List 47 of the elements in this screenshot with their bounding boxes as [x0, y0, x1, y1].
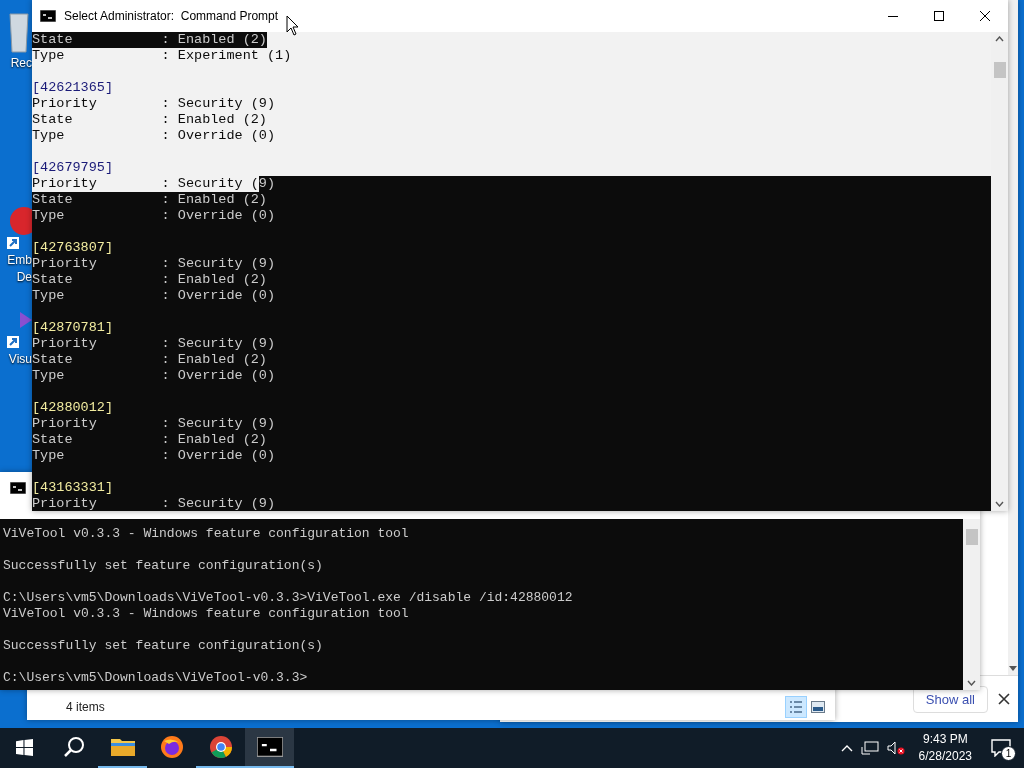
notification-count: 1 [1001, 746, 1016, 761]
taskbar-button[interactable] [245, 728, 294, 768]
console-line: C:\Users\vm5\Downloads\ViVeTool-v0.3.3>ViVeTool.exe /disable /id:42880012 [2, 590, 574, 606]
windows-logo-icon [16, 738, 33, 756]
scroll-thumb[interactable] [993, 62, 1006, 78]
app-shortcut-icon [6, 310, 32, 350]
speaker-muted-icon [886, 741, 905, 755]
console-line: Successfully set feature configuration(s) [2, 558, 324, 574]
scroll-down-arrow-icon [1009, 666, 1017, 671]
chevron-up-icon [840, 744, 853, 752]
desktop-icon-label[interactable]: Rec [10, 56, 32, 71]
console-text: Priority : Security ( [32, 176, 259, 192]
console-line: Successfully set feature configuration(s) [2, 638, 324, 654]
clock[interactable]: 9:43 PM 6/28/2023 [912, 731, 978, 765]
folder-icon [110, 737, 135, 757]
notification-icon [991, 739, 1011, 757]
clock-time: 9:43 PM [922, 731, 968, 748]
clock-date: 6/28/2023 [918, 748, 972, 765]
firefox-icon [159, 735, 184, 759]
console-line: ViVeTool v0.3.3 - Windows feature configuration tool [2, 526, 410, 542]
feature-id: [42621365] [32, 80, 991, 96]
image-icon [811, 701, 825, 713]
close-icon [998, 693, 1010, 705]
desktop-icon-label[interactable]: Emb [7, 253, 32, 268]
close-icon [980, 11, 990, 21]
console-line: C:\Users\vm5\Downloads\ViVeTool-v0.3.3> [2, 670, 309, 686]
command-prompt-icon [40, 10, 56, 22]
desktop-icon-label[interactable]: Visu [8, 352, 32, 367]
console-text: State : Enabled (2) [32, 32, 267, 48]
command-prompt-icon [10, 482, 26, 494]
list-icon [789, 700, 803, 714]
app-shortcut-icon [6, 205, 32, 251]
network-icon [860, 741, 879, 755]
maximize-icon [934, 11, 944, 21]
scrollbar[interactable] [1008, 0, 1018, 675]
command-prompt-icon [256, 737, 283, 757]
console-line: ViVeTool v0.3.3 - Windows feature configuration tool [2, 606, 410, 622]
desktop-icon-label[interactable]: De [16, 270, 32, 285]
feature-id: [42679795] [32, 160, 991, 176]
window-title: Select Administrator: Command Prompt [64, 9, 279, 23]
scrollbar[interactable] [991, 32, 1008, 511]
item-count: 4 items [66, 700, 105, 714]
search-icon [62, 736, 85, 758]
scrollbar[interactable] [963, 519, 980, 690]
scroll-thumb[interactable] [965, 529, 978, 545]
chrome-icon [208, 735, 233, 759]
minimize-icon [888, 15, 898, 17]
